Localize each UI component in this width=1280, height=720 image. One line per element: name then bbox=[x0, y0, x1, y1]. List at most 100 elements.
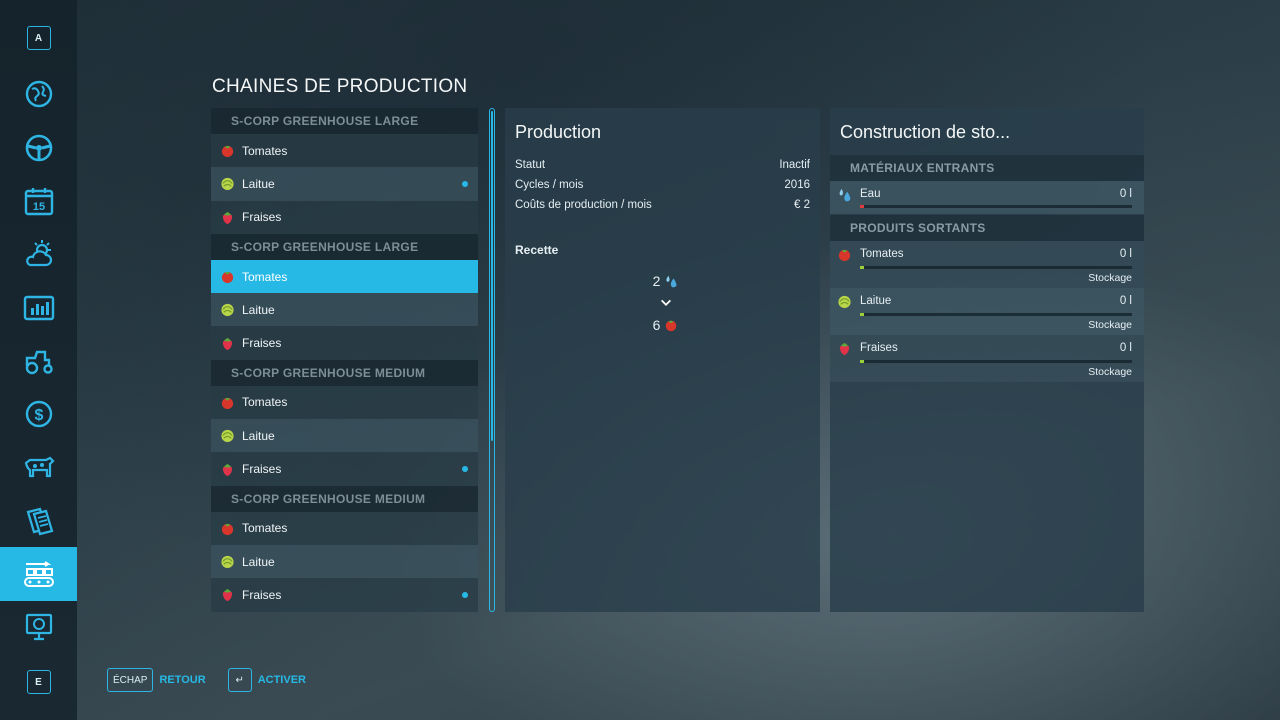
chain-item-fraises[interactable]: Fraises bbox=[211, 200, 478, 234]
svg-text:15: 15 bbox=[32, 201, 44, 213]
lettuce-icon bbox=[837, 294, 852, 309]
inputs-section-header: MATÉRIAUX ENTRANTS bbox=[830, 155, 1144, 181]
chain-item-fraises[interactable]: Fraises bbox=[211, 452, 478, 486]
stat-label: Statut bbox=[515, 159, 546, 171]
chain-item-tomates[interactable]: Tomates bbox=[211, 259, 478, 294]
storage-panel: Construction de sto... MATÉRIAUX ENTRANT… bbox=[830, 108, 1144, 612]
chain-item-tomates[interactable]: Tomates bbox=[211, 385, 478, 420]
store-row-head: Laitue 0 l bbox=[837, 288, 1132, 314]
product-amount: 0 l bbox=[1119, 342, 1132, 354]
nav-contracts[interactable] bbox=[0, 494, 77, 548]
chain-item-label: Tomates bbox=[242, 269, 288, 284]
level-bar bbox=[860, 205, 1132, 208]
product-name: Tomates bbox=[860, 248, 904, 260]
activate-button[interactable]: ACTIVER bbox=[258, 674, 306, 686]
output-row-laitue: Laitue 0 l Stockage bbox=[830, 288, 1144, 335]
chain-item-label: Laitue bbox=[242, 176, 275, 191]
chain-group-header: S-CORP GREENHOUSE LARGE bbox=[211, 233, 478, 260]
enter-key-icon[interactable]: ↵ bbox=[227, 668, 252, 692]
footer-actions: ÉCHAP RETOUR ↵ ACTIVER bbox=[107, 668, 328, 692]
output-row-tomates: Tomates 0 l Stockage bbox=[830, 241, 1144, 288]
recipe-label: Recette bbox=[515, 243, 559, 257]
product-mode[interactable]: Stockage bbox=[837, 314, 1132, 331]
tomato-icon bbox=[220, 521, 235, 536]
chain-group-header: S-CORP GREENHOUSE MEDIUM bbox=[211, 485, 478, 512]
chain-item-tomates[interactable]: Tomates bbox=[211, 511, 478, 545]
chain-item-laitue[interactable]: Laitue bbox=[211, 419, 478, 453]
level-bar-fill bbox=[860, 266, 864, 269]
recipe-output: 6 bbox=[511, 314, 820, 336]
tomato-icon bbox=[837, 247, 852, 262]
back-button[interactable]: RETOUR bbox=[159, 674, 205, 686]
status-indicator-dot bbox=[462, 591, 468, 598]
nav-help[interactable] bbox=[0, 600, 77, 654]
chain-item-label: Laitue bbox=[242, 302, 275, 317]
production-icon bbox=[23, 561, 54, 587]
key-e-icon: E bbox=[26, 670, 51, 694]
level-bar bbox=[860, 266, 1132, 269]
stat-row-cycles: Cycles / mois 2016 bbox=[505, 175, 820, 195]
chain-item-laitue[interactable]: Laitue bbox=[211, 167, 478, 201]
stat-value: Inactif bbox=[779, 159, 810, 171]
chain-item-laitue[interactable]: Laitue bbox=[211, 293, 478, 327]
lettuce-icon bbox=[220, 176, 235, 191]
strawberry-icon bbox=[837, 341, 852, 356]
chain-item-label: Fraises bbox=[242, 210, 282, 225]
chain-item-fraises[interactable]: Fraises bbox=[211, 326, 478, 360]
nav-map[interactable] bbox=[0, 67, 77, 121]
next-page-key-hint[interactable]: E bbox=[0, 655, 77, 709]
level-bar bbox=[860, 313, 1132, 316]
production-details-panel: Production Statut Inactif Cycles / mois … bbox=[505, 108, 820, 612]
stat-label: Cycles / mois bbox=[515, 179, 584, 191]
material-name: Eau bbox=[860, 188, 881, 200]
lettuce-icon bbox=[220, 302, 235, 317]
product-mode[interactable]: Stockage bbox=[837, 267, 1132, 284]
nav-statistics[interactable] bbox=[0, 281, 77, 335]
scrollbar-thumb[interactable] bbox=[490, 111, 493, 441]
prev-page-key-hint[interactable]: A bbox=[0, 11, 77, 65]
chain-item-label: Tomates bbox=[242, 521, 288, 536]
back-key-hint[interactable]: ÉCHAP bbox=[107, 668, 154, 692]
chain-item-laitue[interactable]: Laitue bbox=[211, 544, 478, 579]
recipe-input: 2 bbox=[511, 270, 820, 292]
chain-item-label: Tomates bbox=[242, 395, 288, 410]
nav-calendar[interactable]: 15 bbox=[0, 174, 77, 228]
tomato-icon bbox=[220, 143, 235, 158]
product-name: Laitue bbox=[860, 295, 892, 307]
stat-row-costs: Coûts de production / mois € 2 bbox=[505, 195, 820, 215]
tomato-icon bbox=[220, 269, 235, 284]
tomato-icon bbox=[666, 320, 677, 332]
chain-item-label: Fraises bbox=[242, 336, 282, 351]
level-bar-fill bbox=[860, 205, 864, 208]
finances-icon: $ bbox=[25, 400, 52, 428]
nav-vehicles[interactable] bbox=[0, 121, 77, 175]
chain-list-scrollbar[interactable] bbox=[489, 108, 495, 612]
strawberry-icon bbox=[220, 462, 235, 477]
level-bar-fill bbox=[860, 313, 864, 316]
product-mode[interactable]: Stockage bbox=[837, 361, 1132, 378]
contracts-icon bbox=[26, 507, 53, 536]
recipe-input-amount: 2 bbox=[652, 273, 661, 289]
chain-group-header: S-CORP GREENHOUSE MEDIUM bbox=[211, 359, 478, 386]
output-row-fraises: Fraises 0 l Stockage bbox=[830, 335, 1144, 382]
stat-row-status: Statut Inactif bbox=[505, 155, 820, 175]
nav-garage[interactable] bbox=[0, 334, 77, 388]
nav-finances[interactable]: $ bbox=[0, 387, 77, 441]
chain-item-fraises[interactable]: Fraises bbox=[211, 578, 478, 612]
map-globe-icon bbox=[25, 80, 52, 108]
page-title: CHAINES DE PRODUCTION bbox=[212, 76, 468, 97]
nav-animals[interactable] bbox=[0, 440, 77, 494]
chain-item-tomates[interactable]: Tomates bbox=[211, 134, 478, 168]
recipe-output-amount: 6 bbox=[652, 317, 661, 333]
nav-weather[interactable] bbox=[0, 227, 77, 281]
status-indicator-dot bbox=[462, 180, 468, 187]
lettuce-icon bbox=[220, 428, 235, 443]
material-amount: 0 l bbox=[1119, 188, 1132, 200]
store-row-head: Fraises 0 l bbox=[837, 335, 1132, 361]
stat-value: € 2 bbox=[794, 199, 810, 211]
strawberry-icon bbox=[220, 210, 235, 225]
weather-icon bbox=[25, 240, 52, 267]
chain-item-label: Tomates bbox=[242, 143, 288, 158]
nav-production[interactable] bbox=[0, 547, 77, 601]
outputs-section-header: PRODUITS SORTANTS bbox=[830, 215, 1144, 241]
